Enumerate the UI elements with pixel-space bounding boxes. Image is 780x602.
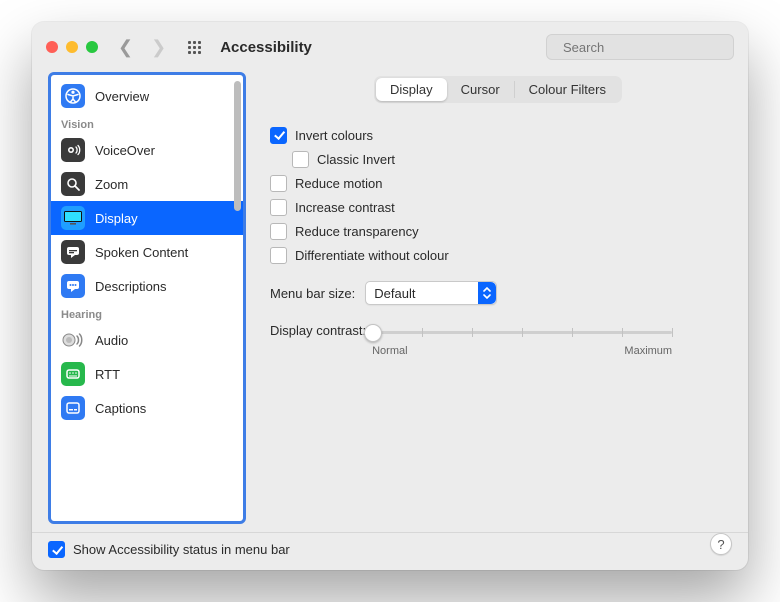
menu-bar-size-label: Menu bar size: bbox=[270, 286, 355, 301]
reduce-transparency-checkbox[interactable] bbox=[270, 223, 287, 240]
accessibility-icon bbox=[61, 84, 85, 108]
slider-knob[interactable] bbox=[364, 324, 382, 342]
tab-colour-filters[interactable]: Colour Filters bbox=[515, 78, 620, 101]
captions-icon bbox=[61, 396, 85, 420]
footer: Show Accessibility status in menu bar ? bbox=[32, 533, 748, 570]
audio-icon bbox=[61, 328, 85, 352]
invert-colours-checkbox[interactable] bbox=[270, 127, 287, 144]
invert-colours-label: Invert colours bbox=[295, 128, 373, 143]
sidebar-item-label: Overview bbox=[95, 89, 149, 104]
preferences-window: ❮ ❯ Accessibility bbox=[32, 22, 748, 570]
reduce-motion-label: Reduce motion bbox=[295, 176, 382, 191]
sidebar-item-display[interactable]: Display bbox=[51, 201, 243, 235]
tab-display[interactable]: Display bbox=[376, 78, 447, 101]
window-controls bbox=[46, 41, 98, 53]
slider-max-label: Maximum bbox=[624, 345, 672, 357]
sidebar-item-label: Captions bbox=[95, 401, 146, 416]
sidebar-item-spoken-content[interactable]: Spoken Content bbox=[51, 235, 243, 269]
descriptions-icon bbox=[61, 274, 85, 298]
sidebar-item-label: Descriptions bbox=[95, 279, 167, 294]
sidebar-item-label: Display bbox=[95, 211, 138, 226]
rtt-icon bbox=[61, 362, 85, 386]
sidebar-item-descriptions[interactable]: Descriptions bbox=[51, 269, 243, 303]
sidebar: Overview Vision VoiceOver Zoom bbox=[48, 72, 246, 524]
sidebar-item-audio[interactable]: Audio bbox=[51, 323, 243, 357]
display-icon bbox=[61, 206, 85, 230]
nav-buttons: ❮ ❯ bbox=[112, 37, 166, 58]
forward-button[interactable]: ❯ bbox=[151, 37, 166, 58]
increase-contrast-checkbox[interactable] bbox=[270, 199, 287, 216]
show-status-checkbox[interactable] bbox=[48, 541, 65, 558]
search-input[interactable] bbox=[561, 39, 741, 56]
reduce-motion-checkbox[interactable] bbox=[270, 175, 287, 192]
classic-invert-checkbox[interactable] bbox=[292, 151, 309, 168]
tab-cursor[interactable]: Cursor bbox=[447, 78, 514, 101]
help-button[interactable]: ? bbox=[710, 533, 732, 555]
spoken-content-icon bbox=[61, 240, 85, 264]
display-contrast-slider[interactable] bbox=[372, 323, 672, 341]
scrollbar[interactable] bbox=[234, 81, 241, 211]
classic-invert-label: Classic Invert bbox=[317, 152, 395, 167]
toolbar: ❮ ❯ Accessibility bbox=[32, 22, 748, 72]
increase-contrast-label: Increase contrast bbox=[295, 200, 395, 215]
close-window-button[interactable] bbox=[46, 41, 58, 53]
minimize-window-button[interactable] bbox=[66, 41, 78, 53]
sidebar-item-captions[interactable]: Captions bbox=[51, 391, 243, 425]
display-tabs: Display Cursor Colour Filters bbox=[374, 76, 622, 103]
menu-bar-size-value: Default bbox=[366, 286, 423, 301]
slider-min-label: Normal bbox=[372, 345, 407, 357]
display-contrast-label: Display contrast: bbox=[270, 323, 366, 338]
differentiate-without-colour-checkbox[interactable] bbox=[270, 247, 287, 264]
show-status-label: Show Accessibility status in menu bar bbox=[73, 542, 290, 557]
back-button[interactable]: ❮ bbox=[118, 37, 133, 58]
sidebar-item-label: VoiceOver bbox=[95, 143, 155, 158]
sidebar-item-label: Zoom bbox=[95, 177, 128, 192]
zoom-icon bbox=[61, 172, 85, 196]
sidebar-group-hearing: Hearing bbox=[51, 303, 243, 323]
zoom-window-button[interactable] bbox=[86, 41, 98, 53]
sidebar-item-label: RTT bbox=[95, 367, 120, 382]
sidebar-group-vision: Vision bbox=[51, 113, 243, 133]
sidebar-item-voiceover[interactable]: VoiceOver bbox=[51, 133, 243, 167]
window-title: Accessibility bbox=[220, 39, 312, 56]
sidebar-item-label: Spoken Content bbox=[95, 245, 188, 260]
search-field[interactable] bbox=[546, 34, 734, 60]
menu-bar-size-select[interactable]: Default bbox=[365, 281, 497, 305]
main-panel: Display Cursor Colour Filters Invert col… bbox=[264, 72, 732, 524]
chevrons-icon bbox=[478, 282, 496, 304]
differentiate-without-colour-label: Differentiate without colour bbox=[295, 248, 449, 263]
sidebar-item-zoom[interactable]: Zoom bbox=[51, 167, 243, 201]
show-all-icon[interactable] bbox=[186, 39, 202, 55]
sidebar-item-label: Audio bbox=[95, 333, 128, 348]
sidebar-item-rtt[interactable]: RTT bbox=[51, 357, 243, 391]
sidebar-item-overview[interactable]: Overview bbox=[51, 79, 243, 113]
voiceover-icon bbox=[61, 138, 85, 162]
reduce-transparency-label: Reduce transparency bbox=[295, 224, 419, 239]
